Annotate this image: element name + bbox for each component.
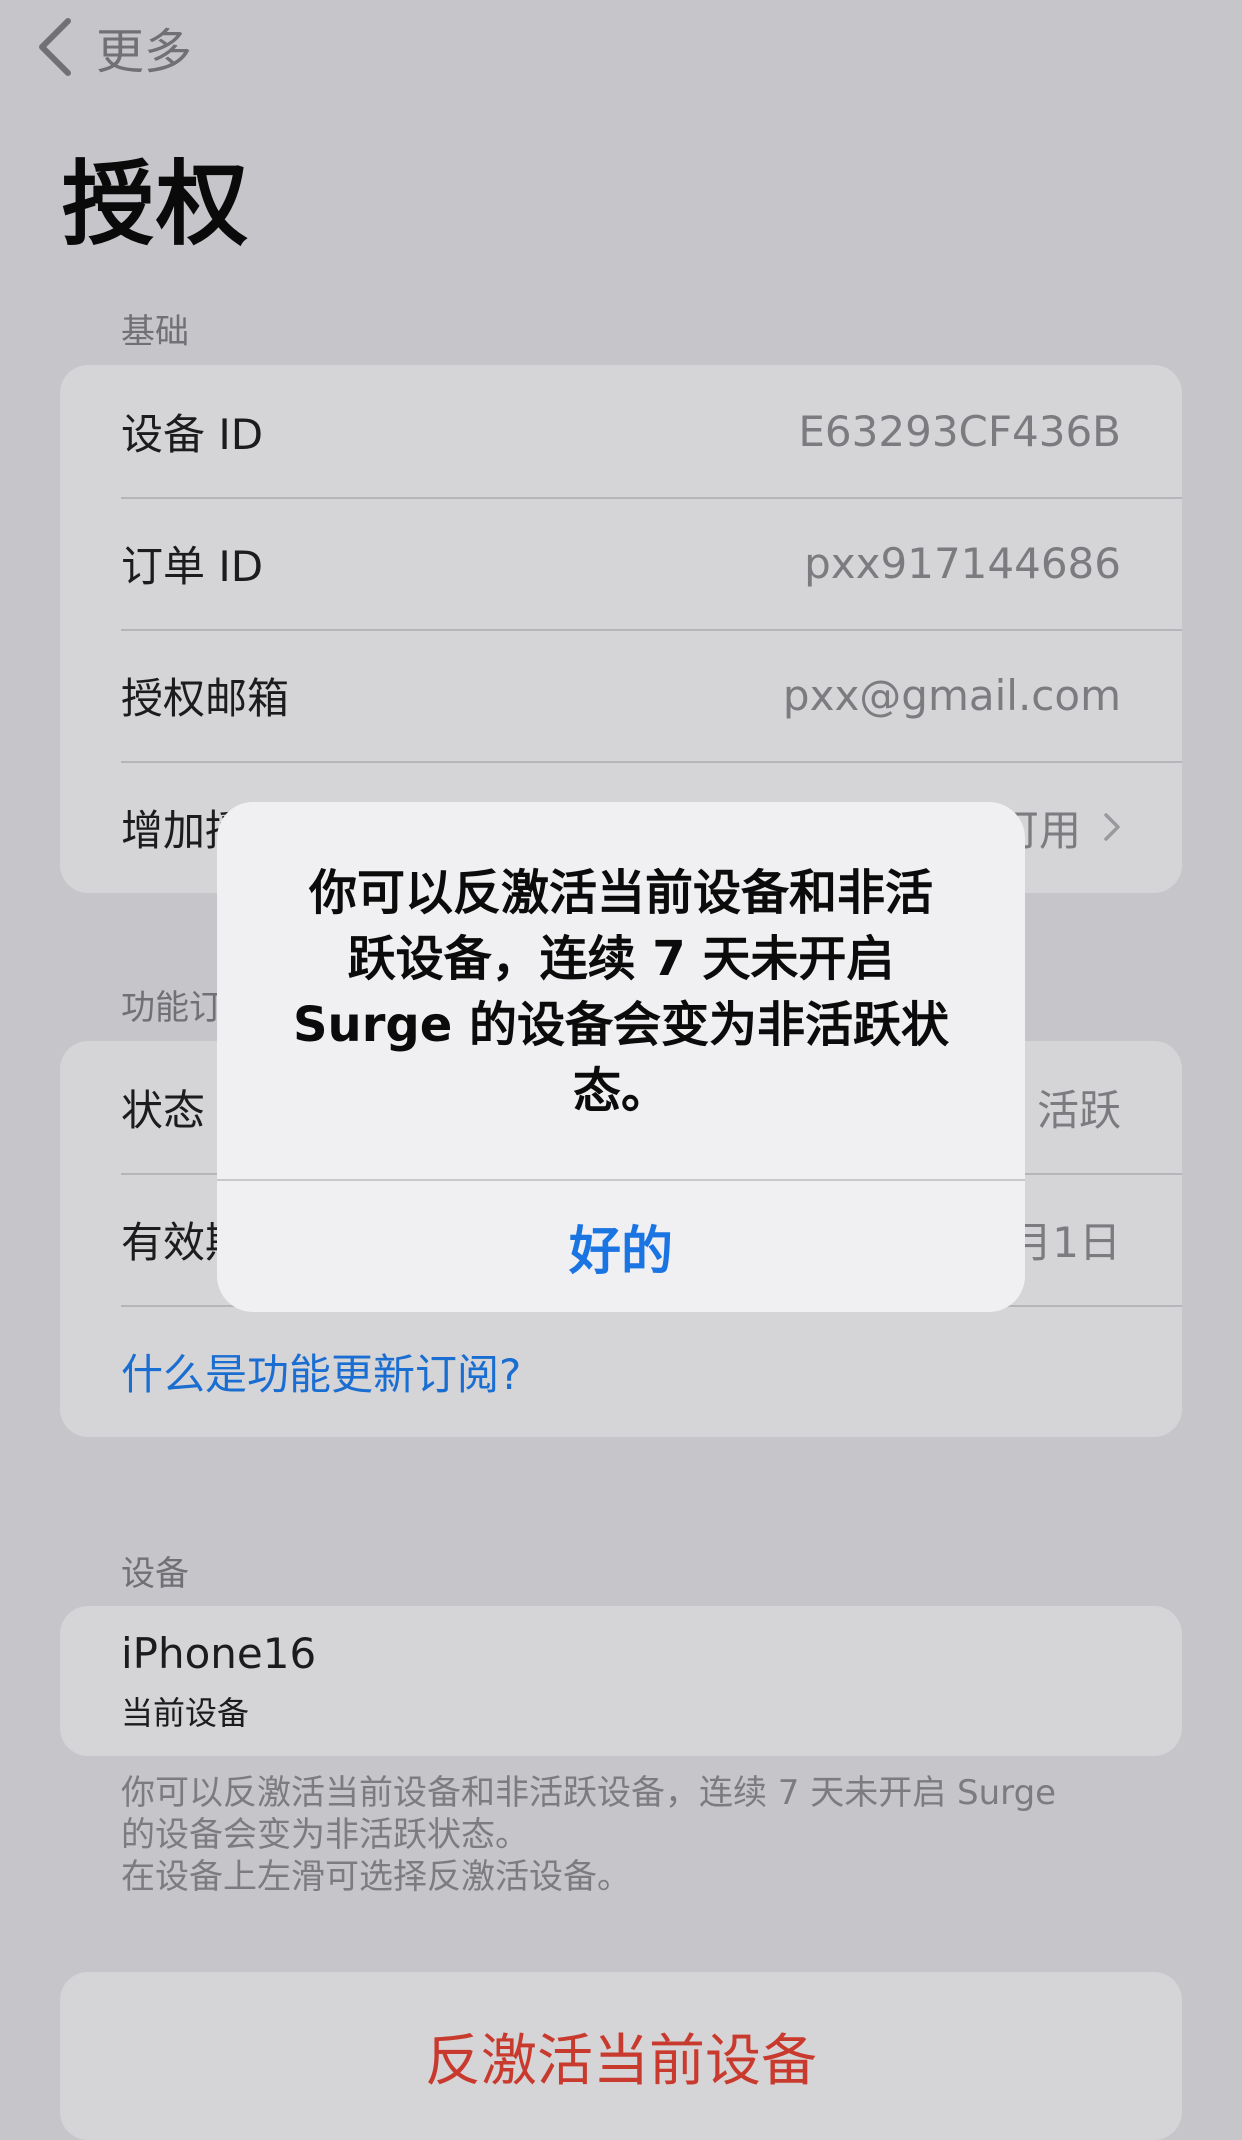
alert-message-line: Surge 的设备会变为非活跃状 <box>292 997 950 1053</box>
alert-ok-button[interactable]: 好的 <box>217 1181 1025 1312</box>
alert-dialog: 你可以反激活当前设备和非活 跃设备，连续 7 天未开启 Surge 的设备会变为… <box>217 802 1025 1312</box>
alert-message-line: 态。 <box>572 1063 669 1119</box>
alert-message: 你可以反激活当前设备和非活 跃设备，连续 7 天未开启 Surge 的设备会变为… <box>217 802 1025 1179</box>
alert-message-line: 你可以反激活当前设备和非活 <box>308 865 933 921</box>
alert-message-line: 跃设备，连续 7 天未开启 <box>347 931 895 987</box>
